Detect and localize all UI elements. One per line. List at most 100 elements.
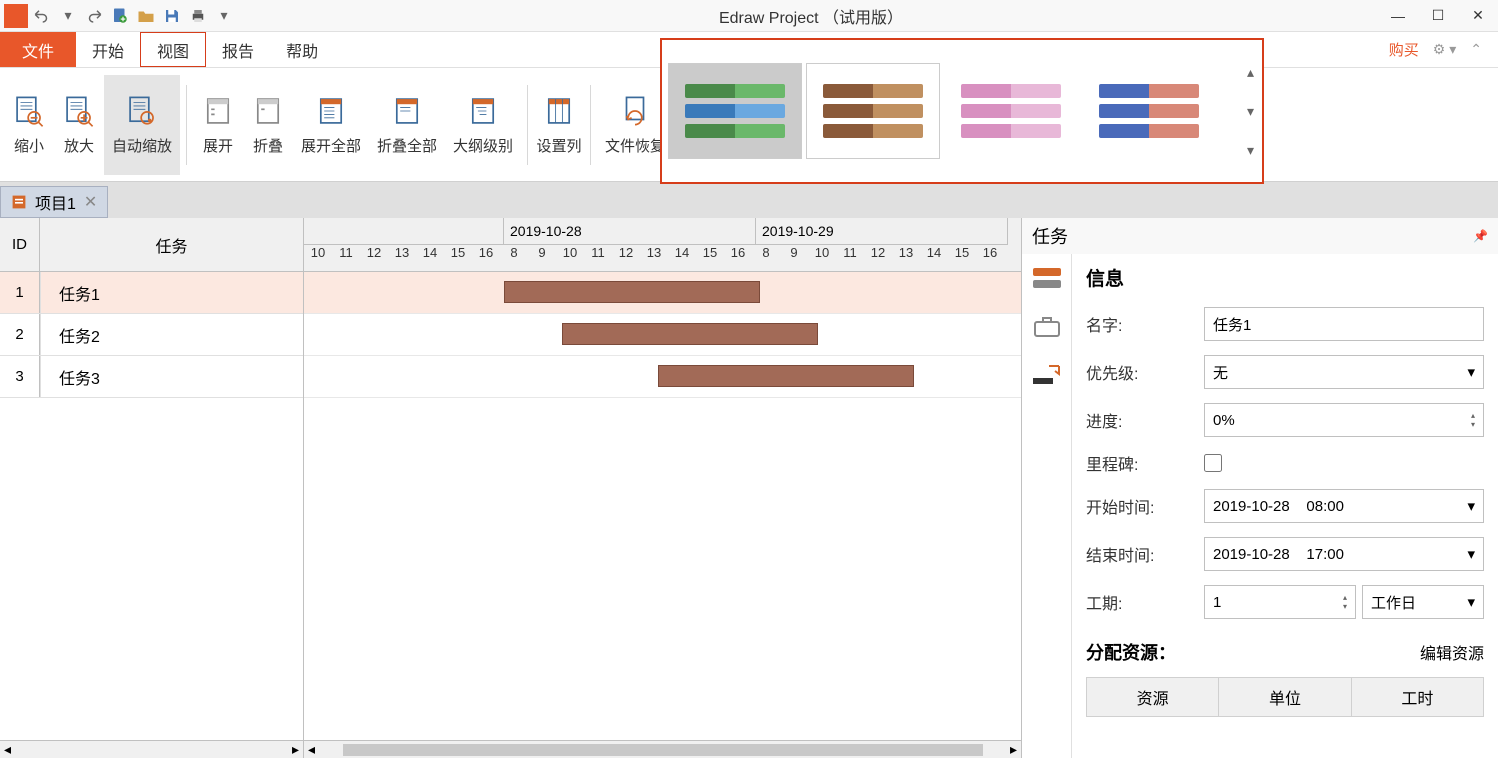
hour-cell: 12 xyxy=(864,245,892,272)
style-thumb-1[interactable] xyxy=(668,63,802,159)
gallery-down-icon[interactable]: ▾ xyxy=(1247,103,1254,120)
hour-cell: 15 xyxy=(444,245,472,272)
document-tab-bar: 项目1 ✕ xyxy=(0,182,1498,218)
panel-icon-strip xyxy=(1022,254,1072,758)
hour-cell: 13 xyxy=(640,245,668,272)
spinner-icon: ▴▾ xyxy=(1471,411,1475,429)
set-columns-button[interactable]: 设置列 xyxy=(534,75,584,175)
qat-chevron-2[interactable]: ▾ xyxy=(214,6,234,26)
spinner-icon: ▴▾ xyxy=(1343,593,1347,611)
style-gallery: ▴ ▾ ▾ xyxy=(660,38,1264,184)
quick-access-toolbar: ▾ ▾ xyxy=(32,6,234,26)
collapse-all-button[interactable]: 折叠全部 xyxy=(369,75,445,175)
zoom-out-button[interactable]: 缩小 xyxy=(4,75,54,175)
auto-zoom-button[interactable]: 自动缩放 xyxy=(104,75,180,175)
hour-cell: 15 xyxy=(696,245,724,272)
gantt-body[interactable] xyxy=(304,272,1021,740)
collapse-ribbon-icon[interactable]: ⌃ xyxy=(1470,41,1482,58)
task-row[interactable]: 3 任务3 xyxy=(0,356,303,398)
res-col-unit[interactable]: 单位 xyxy=(1219,678,1351,716)
redo-icon[interactable] xyxy=(84,6,104,26)
task-row[interactable]: 2 任务2 xyxy=(0,314,303,356)
outline-level-button[interactable]: 大纲级别 xyxy=(445,75,521,175)
close-tab-icon[interactable]: ✕ xyxy=(84,192,97,212)
hour-cell: 8 xyxy=(500,245,528,272)
gallery-more-icon[interactable]: ▾ xyxy=(1247,142,1254,159)
style-thumb-2[interactable] xyxy=(806,63,940,159)
name-input[interactable]: 任务1 xyxy=(1204,307,1484,341)
gantt-pane: 2019-10-28 2019-10-29 101112131415168910… xyxy=(304,218,1022,758)
pin-icon[interactable]: 📌 xyxy=(1473,229,1488,243)
briefcase-tab-icon[interactable] xyxy=(1031,314,1063,340)
info-tab-icon[interactable] xyxy=(1031,266,1063,292)
document-tab[interactable]: 项目1 ✕ xyxy=(0,186,108,218)
expand-button[interactable]: 展开 xyxy=(193,75,243,175)
milestone-checkbox[interactable] xyxy=(1204,454,1222,472)
menu-start[interactable]: 开始 xyxy=(76,32,140,67)
gantt-bar-2[interactable] xyxy=(562,323,818,345)
style-thumb-4[interactable] xyxy=(1082,63,1216,159)
date-cell: 2019-10-29 xyxy=(756,218,1008,245)
menu-view[interactable]: 视图 xyxy=(140,32,206,67)
ribbon-separator xyxy=(186,85,187,165)
gantt-row[interactable] xyxy=(304,314,1021,356)
menu-report[interactable]: 报告 xyxy=(206,32,270,67)
link-tab-icon[interactable] xyxy=(1031,362,1063,388)
section-info-header: 信息 xyxy=(1086,264,1484,291)
end-datetime-input[interactable]: 2019-10-28 17:00▾ xyxy=(1204,537,1484,571)
start-datetime-input[interactable]: 2019-10-28 08:00▾ xyxy=(1204,489,1484,523)
hour-cell: 14 xyxy=(920,245,948,272)
settings-icon[interactable]: ⚙ ▾ xyxy=(1433,41,1456,58)
gantt-header: 2019-10-28 2019-10-29 101112131415168910… xyxy=(304,218,1021,272)
left-scrollbar[interactable]: ◂▸ xyxy=(0,740,303,758)
open-icon[interactable] xyxy=(136,6,156,26)
priority-select[interactable]: 无▾ xyxy=(1204,355,1484,389)
chevron-down-icon: ▾ xyxy=(1467,545,1475,563)
gantt-bar-3[interactable] xyxy=(658,365,914,387)
duration-input[interactable]: 1▴▾ xyxy=(1204,585,1356,619)
task-row[interactable]: 1 任务1 xyxy=(0,272,303,314)
style-thumb-3[interactable] xyxy=(944,63,1078,159)
buy-link[interactable]: 购买 xyxy=(1389,39,1419,60)
doc-tab-label: 项目1 xyxy=(35,190,76,214)
gantt-row[interactable] xyxy=(304,272,1021,314)
end-label: 结束时间: xyxy=(1086,542,1204,566)
hour-cell: 10 xyxy=(556,245,584,272)
chevron-down-icon: ▾ xyxy=(1467,593,1475,611)
menu-help[interactable]: 帮助 xyxy=(270,32,334,67)
date-cell: 2019-10-28 xyxy=(504,218,756,245)
res-col-work[interactable]: 工时 xyxy=(1352,678,1483,716)
progress-input[interactable]: 0%▴▾ xyxy=(1204,403,1484,437)
edit-resource-link[interactable]: 编辑资源 xyxy=(1420,640,1484,664)
task-column-header[interactable]: 任务 xyxy=(40,218,303,271)
expand-all-button[interactable]: 展开全部 xyxy=(293,75,369,175)
undo-icon[interactable] xyxy=(32,6,52,26)
task-list-header: ID 任务 xyxy=(0,218,303,272)
qat-chevron-1[interactable]: ▾ xyxy=(58,6,78,26)
res-col-resource[interactable]: 资源 xyxy=(1087,678,1219,716)
maximize-button[interactable]: ☐ xyxy=(1428,6,1448,26)
start-label: 开始时间: xyxy=(1086,494,1204,518)
gantt-scrollbar[interactable]: ◂▸ xyxy=(304,740,1021,758)
minimize-button[interactable]: — xyxy=(1388,6,1408,26)
hour-cell: 11 xyxy=(836,245,864,272)
main-area: ID 任务 1 任务1 2 任务2 3 任务3 ◂▸ 2019-10-28 xyxy=(0,218,1498,758)
save-icon[interactable] xyxy=(162,6,182,26)
collapse-button[interactable]: 折叠 xyxy=(243,75,293,175)
gantt-row[interactable] xyxy=(304,356,1021,398)
gantt-bar-1[interactable] xyxy=(504,281,760,303)
id-column-header[interactable]: ID xyxy=(0,218,40,271)
print-icon[interactable] xyxy=(188,6,208,26)
date-cell xyxy=(304,218,504,245)
duration-unit-select[interactable]: 工作日▾ xyxy=(1362,585,1484,619)
close-button[interactable]: ✕ xyxy=(1468,6,1488,26)
panel-title: 任务 📌 xyxy=(1022,218,1498,254)
hour-cell: 11 xyxy=(332,245,360,272)
hour-cell: 10 xyxy=(808,245,836,272)
gallery-up-icon[interactable]: ▴ xyxy=(1247,64,1254,81)
zoom-in-button[interactable]: 放大 xyxy=(54,75,104,175)
menu-file[interactable]: 文件 xyxy=(0,32,76,67)
duration-label: 工期: xyxy=(1086,590,1204,614)
scrollbar-thumb[interactable] xyxy=(343,744,983,756)
new-icon[interactable] xyxy=(110,6,130,26)
